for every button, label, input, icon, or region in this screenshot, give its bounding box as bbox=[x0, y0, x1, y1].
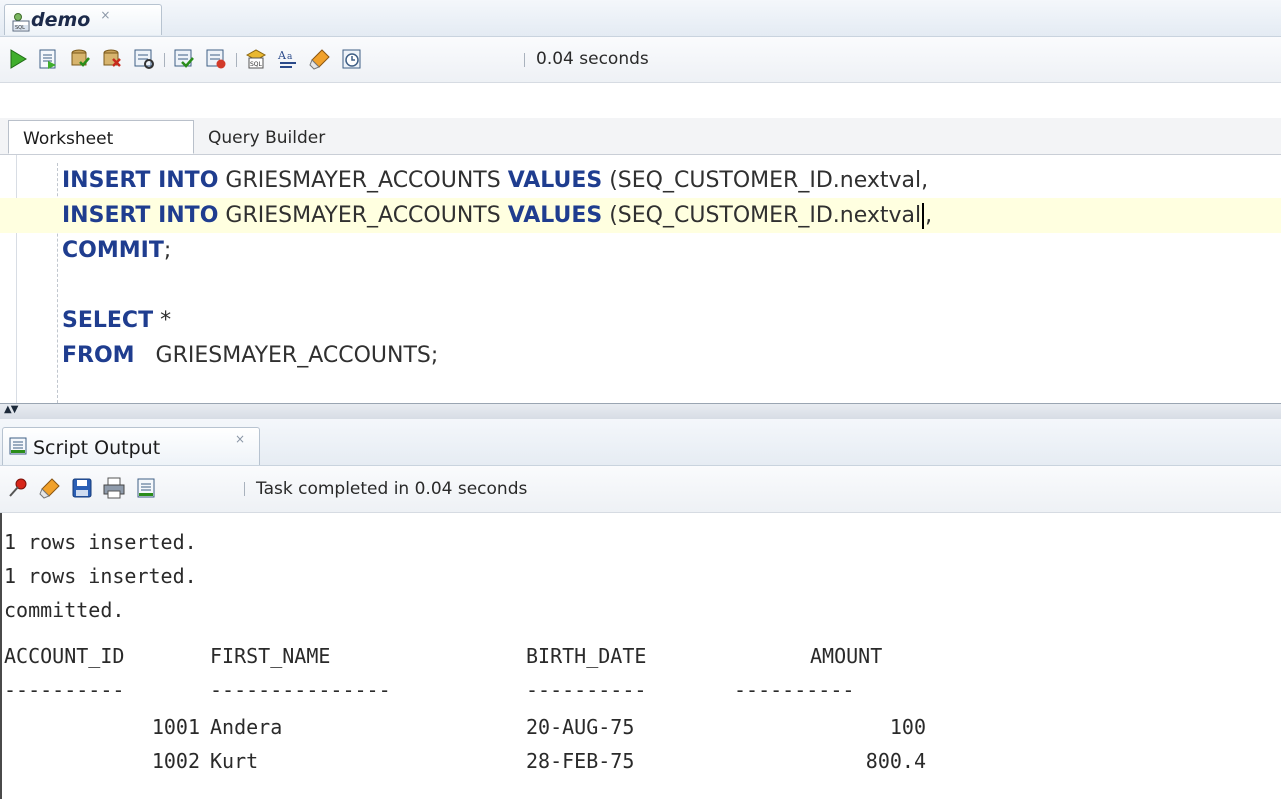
svg-text:SQL: SQL bbox=[15, 25, 25, 31]
keyword: FROM bbox=[62, 343, 135, 368]
tab-demo[interactable]: SQL demo × bbox=[4, 4, 162, 35]
explain-plan-icon[interactable] bbox=[172, 47, 196, 71]
keyword: VALUES bbox=[507, 168, 603, 193]
code-text: GRIESMAYER_ACCOUNTS bbox=[218, 203, 508, 228]
splitter-arrows-icon[interactable]: ▲▼ bbox=[4, 404, 18, 415]
svg-text:SQL: SQL bbox=[250, 61, 263, 68]
cell-account-id: 1002 bbox=[151, 749, 200, 773]
tab-label: demo bbox=[31, 9, 91, 31]
cell-amount: 100 bbox=[889, 715, 926, 739]
cell-first-name: Kurt bbox=[210, 749, 259, 773]
column-divider: --------------- bbox=[210, 678, 391, 702]
execution-time-label: 0.04 seconds bbox=[536, 49, 649, 69]
save-icon[interactable] bbox=[70, 476, 94, 500]
sql-tuning-icon[interactable] bbox=[204, 47, 228, 71]
code-text: ; bbox=[163, 238, 172, 263]
code-line[interactable]: INSERT INTO GRIESMAYER_ACCOUNTS VALUES (… bbox=[0, 163, 1281, 198]
sql-editor[interactable]: INSERT INTO GRIESMAYER_ACCOUNTS VALUES (… bbox=[0, 155, 1281, 403]
toolbar-separator bbox=[244, 482, 245, 496]
pane-splitter[interactable]: ▲▼ bbox=[0, 403, 1281, 420]
close-icon[interactable]: × bbox=[100, 8, 110, 22]
worksheet-toolbar: SQL A a 0.04 seconds bbox=[0, 37, 1281, 83]
result-header-row: ACCOUNT_ID FIRST_NAME BIRTH_DATE AMOUNT bbox=[2, 639, 1281, 673]
sql-worksheet-icon: SQL bbox=[12, 13, 30, 32]
pin-icon[interactable] bbox=[6, 476, 30, 500]
code-text: (SEQ_CUSTOMER_ID.nextval bbox=[602, 203, 922, 228]
code-text: GRIESMAYER_ACCOUNTS; bbox=[134, 343, 439, 368]
code-text: GRIESMAYER_ACCOUNTS bbox=[218, 168, 508, 193]
table-row: 1002 Kurt 28-FEB-75 800.4 bbox=[2, 744, 1281, 778]
toolbar-separator bbox=[164, 53, 165, 67]
cell-amount: 800.4 bbox=[865, 749, 926, 773]
output-toolbar: Task completed in 0.04 seconds bbox=[0, 466, 1281, 513]
keyword: VALUES bbox=[507, 203, 603, 228]
svg-text:A: A bbox=[277, 49, 287, 62]
keyword: INSERT INTO bbox=[62, 168, 219, 193]
code-text: , bbox=[925, 203, 933, 228]
output-message: 1 rows inserted. bbox=[4, 564, 197, 588]
tab-worksheet[interactable]: Worksheet bbox=[8, 120, 194, 154]
cell-birth-date: 20-AUG-75 bbox=[526, 715, 635, 739]
code-line-current[interactable]: INSERT INTO GRIESMAYER_ACCOUNTS VALUES (… bbox=[0, 198, 1281, 233]
script-output-console[interactable]: 1 rows inserted. 1 rows inserted. commit… bbox=[0, 513, 1281, 799]
format-icon[interactable]: A a bbox=[276, 47, 300, 71]
tab-query-builder[interactable]: Query Builder bbox=[208, 128, 325, 148]
svg-text:a: a bbox=[287, 52, 293, 62]
cell-first-name: Andera bbox=[210, 715, 283, 739]
print-icon[interactable] bbox=[102, 476, 126, 500]
keyword: SELECT bbox=[62, 308, 154, 333]
clear-output-icon[interactable] bbox=[38, 476, 62, 500]
column-header: ACCOUNT_ID bbox=[4, 644, 125, 668]
column-divider: ---------- bbox=[4, 678, 125, 702]
run-statement-icon[interactable] bbox=[6, 47, 30, 71]
column-header: BIRTH_DATE bbox=[526, 644, 647, 668]
result-divider-row: ---------- --------------- ---------- --… bbox=[2, 673, 1281, 707]
column-header: FIRST_NAME bbox=[210, 644, 331, 668]
autotrace-icon[interactable] bbox=[132, 47, 156, 71]
sql-history-icon[interactable]: SQL bbox=[244, 47, 268, 71]
text-caret bbox=[922, 203, 925, 229]
task-status-label: Task completed in 0.04 seconds bbox=[256, 479, 528, 499]
keyword: COMMIT bbox=[62, 238, 164, 263]
commit-icon[interactable] bbox=[68, 47, 92, 71]
document-tab-strip: SQL demo × bbox=[0, 0, 1281, 37]
code-line[interactable]: SELECT * bbox=[0, 303, 1281, 338]
close-icon[interactable]: × bbox=[235, 432, 245, 446]
keyword: INSERT INTO bbox=[62, 203, 219, 228]
code-line[interactable]: COMMIT; bbox=[0, 233, 1281, 268]
output-message: committed. bbox=[4, 598, 125, 622]
code-text: (SEQ_CUSTOMER_ID.nextval, bbox=[602, 168, 929, 193]
cell-birth-date: 28-FEB-75 bbox=[526, 749, 635, 773]
table-row: 1001 Andera 20-AUG-75 100 bbox=[2, 710, 1281, 744]
column-divider: ---------- bbox=[734, 678, 855, 702]
code-text: * bbox=[153, 308, 172, 333]
run-script-icon[interactable] bbox=[36, 47, 60, 71]
script-output-icon bbox=[9, 437, 27, 455]
toolbar-separator bbox=[236, 53, 237, 67]
output-message: 1 rows inserted. bbox=[4, 530, 197, 554]
cell-account-id: 1001 bbox=[151, 715, 200, 739]
output-tab-strip: Script Output × bbox=[0, 419, 1281, 466]
code-line[interactable]: FROM GRIESMAYER_ACCOUNTS; bbox=[0, 338, 1281, 373]
open-file-icon[interactable] bbox=[134, 476, 158, 500]
column-header: AMOUNT bbox=[810, 644, 883, 668]
tab-label: Script Output bbox=[33, 437, 161, 459]
sql-monitor-icon[interactable] bbox=[340, 47, 364, 71]
tab-script-output[interactable]: Script Output × bbox=[2, 427, 260, 465]
rollback-icon[interactable] bbox=[100, 47, 124, 71]
clear-icon[interactable] bbox=[308, 47, 332, 71]
worksheet-sub-tabs: Worksheet Query Builder bbox=[0, 118, 1281, 155]
toolbar-separator bbox=[524, 53, 525, 67]
column-divider: ---------- bbox=[526, 678, 647, 702]
